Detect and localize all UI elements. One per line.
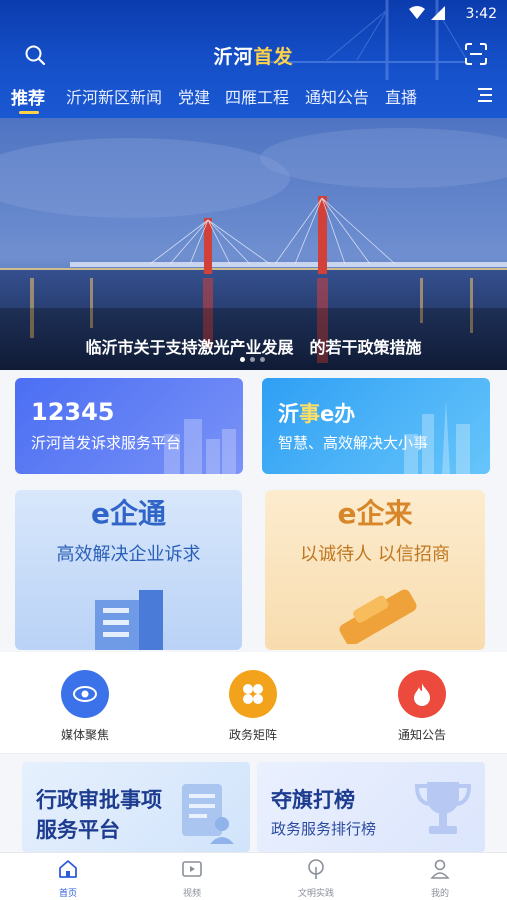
carousel-dot[interactable] bbox=[240, 357, 245, 362]
nav-video-label: 视频 bbox=[182, 889, 201, 899]
hotline-subtitle: 沂河首发诉求服务平台 bbox=[31, 434, 182, 452]
yishi-title-part1: 沂 bbox=[278, 402, 299, 426]
notice-label: 通知公告 bbox=[397, 728, 446, 742]
clock: 3:42 bbox=[465, 6, 497, 22]
office-building-icon bbox=[95, 590, 163, 650]
carousel-dot[interactable] bbox=[260, 357, 265, 362]
leaf-icon bbox=[308, 859, 324, 879]
ranking-title: 夺旗打榜 bbox=[271, 788, 355, 812]
ranking-card[interactable]: 夺旗打榜 政务服务排行榜 bbox=[257, 762, 485, 852]
nav-mine[interactable]: 我的 bbox=[400, 858, 480, 899]
eqitong-title: e企通 bbox=[91, 497, 166, 530]
eye-icon bbox=[61, 670, 109, 718]
video-icon bbox=[182, 861, 202, 877]
news-banner-carousel[interactable]: 临沂市关于支持激光产业发展 的若干政策措施 bbox=[0, 118, 507, 370]
eqilai-card[interactable]: e企来 以诚待人 以信招商 bbox=[265, 490, 485, 650]
app-title: 沂河首发 bbox=[0, 42, 507, 69]
user-icon bbox=[430, 859, 450, 879]
eqitong-subtitle: 高效解决企业诉求 bbox=[56, 544, 201, 565]
yishi-title-part3: e办 bbox=[320, 402, 356, 426]
quick-entry-row: 媒体聚焦 政务矩阵 通知公告 bbox=[0, 652, 507, 754]
yishi-eban-title: 沂事e办 bbox=[278, 398, 355, 428]
gov-matrix-entry[interactable]: 政务矩阵 bbox=[198, 670, 308, 743]
status-bar: 3:42 bbox=[0, 0, 507, 30]
yishi-title-part2: 事 bbox=[299, 402, 320, 426]
handshake-icon bbox=[339, 589, 417, 644]
carousel-dot[interactable] bbox=[250, 357, 255, 362]
active-tab-indicator bbox=[19, 111, 39, 114]
bridge-night-image bbox=[0, 118, 507, 370]
grid-icon bbox=[229, 670, 277, 718]
yishi-eban-subtitle: 智慧、高效解决大小事 bbox=[278, 434, 429, 452]
admin-approval-card[interactable]: 行政审批事项 服务平台 bbox=[22, 762, 250, 852]
app-title-part2: 首发 bbox=[253, 46, 294, 68]
signal-icon bbox=[431, 6, 445, 20]
trophy-icon bbox=[414, 782, 472, 834]
media-focus-label: 媒体聚焦 bbox=[60, 728, 109, 742]
document-user-icon bbox=[182, 784, 234, 844]
nav-video[interactable]: 视频 bbox=[152, 858, 232, 899]
tab-recommend[interactable]: 推荐 bbox=[11, 84, 45, 109]
banner-caption[interactable]: 临沂市关于支持激光产业发展 的若干政策措施 bbox=[0, 334, 507, 358]
flame-icon bbox=[398, 670, 446, 718]
tab-live[interactable]: 直播 bbox=[385, 84, 417, 108]
nav-home-label: 首页 bbox=[58, 889, 77, 899]
status-icons bbox=[409, 6, 445, 20]
gov-matrix-label: 政务矩阵 bbox=[228, 728, 277, 742]
menu-icon[interactable] bbox=[475, 86, 493, 104]
home-icon bbox=[59, 860, 77, 878]
admin-approval-title-line1: 行政审批事项 bbox=[36, 788, 162, 812]
app-header: 3:42 沂河首发 推荐 沂河新区新闻 党建 四雁工程 通知公告 直播 bbox=[0, 0, 507, 118]
hotline-service-card[interactable]: 12345 沂河首发诉求服务平台 bbox=[15, 378, 243, 474]
nav-civilization[interactable]: 文明实践 bbox=[276, 858, 356, 899]
yishi-eban-card[interactable]: 沂事e办 智慧、高效解决大小事 bbox=[262, 378, 490, 474]
nav-home[interactable]: 首页 bbox=[28, 858, 108, 899]
eqilai-title: e企来 bbox=[337, 497, 413, 530]
eqilai-subtitle: 以诚待人 以信招商 bbox=[300, 544, 450, 565]
admin-approval-title-line2: 服务平台 bbox=[36, 818, 120, 842]
notice-entry[interactable]: 通知公告 bbox=[367, 670, 477, 743]
nav-mine-label: 我的 bbox=[430, 889, 449, 899]
hotline-number: 12345 bbox=[31, 398, 115, 426]
ranking-subtitle: 政务服务排行榜 bbox=[271, 820, 377, 838]
tab-district-news[interactable]: 沂河新区新闻 bbox=[66, 84, 162, 108]
app-title-part1: 沂河 bbox=[213, 46, 254, 68]
eqitong-card[interactable]: e企通 高效解决企业诉求 bbox=[15, 490, 242, 650]
bottom-navigation: 首页 视频 文明实践 我的 bbox=[0, 852, 507, 900]
top-bar: 沂河首发 bbox=[0, 38, 507, 72]
nav-civilization-label: 文明实践 bbox=[297, 889, 334, 899]
tab-notices[interactable]: 通知公告 bbox=[305, 84, 369, 108]
tab-party-building[interactable]: 党建 bbox=[178, 84, 210, 108]
media-focus-entry[interactable]: 媒体聚焦 bbox=[30, 670, 140, 743]
carousel-dots bbox=[240, 357, 265, 362]
tab-four-geese[interactable]: 四雁工程 bbox=[225, 84, 289, 108]
scan-icon[interactable] bbox=[465, 43, 487, 65]
category-tabs: 推荐 沂河新区新闻 党建 四雁工程 通知公告 直播 bbox=[0, 84, 507, 114]
wifi-icon bbox=[409, 6, 425, 19]
